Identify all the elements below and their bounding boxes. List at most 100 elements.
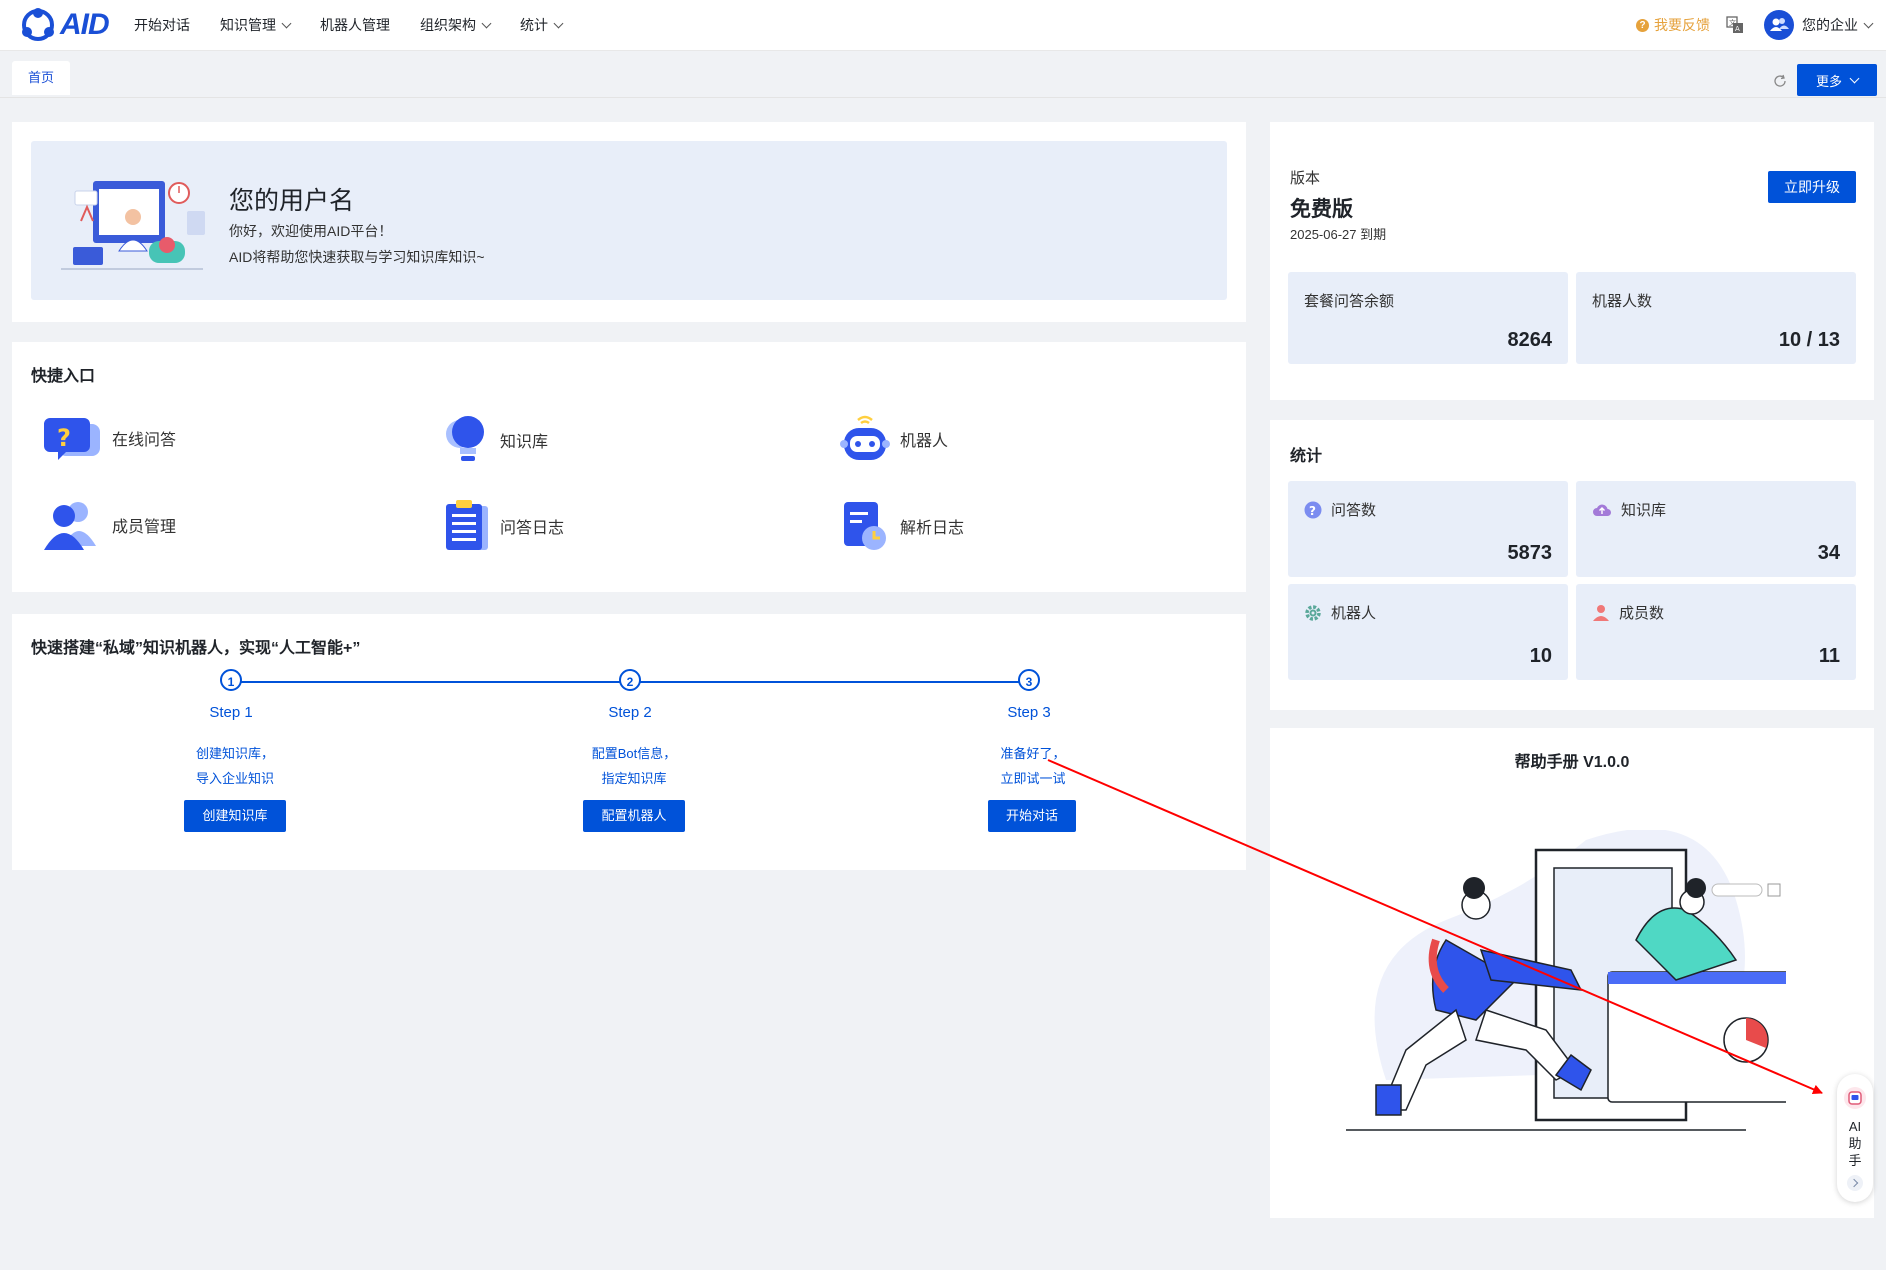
quick-item-label: 机器人: [900, 433, 949, 450]
step-desc-line: 准备好了，: [1000, 746, 1066, 761]
robot-stat-label: 机器人: [1304, 602, 1376, 623]
chevron-right-icon: [1849, 1178, 1859, 1188]
stat-card-name: 套餐问答余额: [1304, 293, 1395, 310]
version-label: 版本: [1290, 170, 1321, 187]
company-name: 您的企业: [1802, 17, 1858, 33]
question-circle-icon: ?: [1304, 501, 1322, 518]
lightbulb-icon: [446, 416, 484, 461]
logo-text: AID: [60, 8, 110, 41]
start-chat-button[interactable]: 开始对话: [988, 800, 1076, 832]
knowledge-count-card[interactable]: 知识库 34: [1576, 481, 1856, 577]
welcome-illustration: [61, 181, 205, 270]
chevron-down-icon: [553, 18, 564, 28]
quick-knowledge-base[interactable]: 知识库: [440, 412, 548, 468]
nav-start-chat[interactable]: 开始对话: [134, 15, 190, 35]
step-2-circle: 2: [619, 669, 641, 691]
aid-logo[interactable]: AID: [20, 6, 110, 44]
ai-assistant-widget[interactable]: AI助手: [1837, 1074, 1873, 1202]
member-count-value: 11: [1818, 645, 1840, 667]
quick-entry-panel: 快捷入口 ? 在线问答 知识库 机器人 成员管理 问答日志 解析日志: [12, 342, 1246, 592]
question-icon: ?: [1636, 18, 1649, 32]
version-name: 免费版: [1290, 198, 1353, 221]
svg-text:?: ?: [57, 424, 71, 452]
robot-count-label: 机器人数: [1592, 290, 1652, 311]
quick-entry-title: 快捷入口: [31, 368, 96, 385]
document-clock-icon: [844, 502, 886, 550]
nav-label: 统计: [520, 17, 548, 33]
company-switcher[interactable]: 您的企业: [1802, 15, 1874, 35]
robot-stat-card[interactable]: 机器人 10: [1288, 584, 1568, 680]
language-icon[interactable]: 文 A: [1726, 16, 1744, 34]
stat-card-name: 机器人数: [1592, 293, 1653, 310]
tab-bar: 首页: [0, 51, 1886, 98]
chevron-down-icon: [1849, 73, 1860, 83]
robot-count-card: 机器人数 10 / 13: [1576, 272, 1856, 364]
step-1-label: Step 1: [209, 704, 253, 721]
quick-item-label: 成员管理: [112, 519, 177, 536]
clipboard-list-icon: [446, 500, 488, 550]
create-knowledge-base-button[interactable]: 创建知识库: [184, 800, 286, 832]
quick-item-label: 在线问答: [112, 432, 177, 449]
quota-label: 套餐问答余额: [1304, 290, 1394, 311]
welcome-panel: 您的用户名 你好，欢迎使用AID平台！ AID将帮助您快速获取与学习知识库知识~: [12, 122, 1246, 322]
nav-label: 机器人管理: [320, 17, 390, 33]
users-icon: [44, 502, 96, 550]
svg-text:A: A: [1735, 25, 1740, 33]
question-bubble-icon: ?: [44, 418, 100, 460]
step-desc-line: 导入企业知识: [195, 771, 274, 786]
quick-build-panel: 快速搭建“私域”知识机器人，实现“人工智能+” 1 2 3 Step 1 Ste…: [12, 614, 1246, 870]
quick-parse-log[interactable]: 解析日志: [838, 498, 964, 554]
welcome-description: AID将帮助您快速获取与学习知识库知识~: [229, 249, 485, 265]
quick-qa-log[interactable]: 问答日志: [440, 498, 564, 554]
logo-mark-icon: [22, 8, 54, 41]
quick-robot[interactable]: 机器人: [838, 412, 948, 466]
nav-right: ? 我要反馈 文 A 您的企业: [1636, 0, 1874, 50]
more-label: 更多: [1815, 73, 1842, 89]
nav-organization[interactable]: 组织架构: [420, 15, 492, 35]
welcome-banner: 您的用户名 你好，欢迎使用AID平台！ AID将帮助您快速获取与学习知识库知识~: [31, 141, 1227, 300]
help-manual-title: 帮助手册 V1.0.0: [1514, 754, 1630, 771]
nav-knowledge-management[interactable]: 知识管理: [220, 15, 292, 35]
step-3-label: Step 3: [1007, 704, 1051, 721]
more-button[interactable]: 更多: [1797, 64, 1877, 96]
quota-value: 8264: [1507, 329, 1553, 351]
version-panel: 版本 免费版 2025-06-27 到期 立即升级 套餐问答余额 8264 机器…: [1270, 122, 1874, 400]
quick-member-management[interactable]: 成员管理: [40, 498, 176, 552]
username: 您的用户名: [229, 187, 355, 215]
member-count-card[interactable]: 成员数 11: [1576, 584, 1856, 680]
feedback-link[interactable]: ? 我要反馈: [1636, 15, 1710, 35]
cloud-upload-icon: [1593, 504, 1611, 516]
quick-build-title: 快速搭建“私域”知识机器人，实现“人工智能+”: [31, 640, 361, 657]
nav-label: 组织架构: [420, 17, 476, 33]
upgrade-button[interactable]: 立即升级: [1768, 171, 1856, 203]
tab-home[interactable]: 首页: [12, 61, 70, 95]
help-manual-panel: 帮助手册 V1.0.0: [1270, 728, 1874, 1218]
refresh-icon[interactable]: [1772, 73, 1788, 89]
ai-assistant-expand-button[interactable]: [1847, 1175, 1863, 1191]
stat-card-name: 成员数: [1619, 605, 1665, 622]
step-2-label: Step 2: [608, 704, 652, 721]
configure-robot-button[interactable]: 配置机器人: [583, 800, 685, 832]
svg-text:?: ?: [1309, 504, 1316, 518]
main-menu: 开始对话 知识管理 机器人管理 组织架构 统计: [134, 0, 592, 50]
step-desc-line: 指定知识库: [601, 771, 667, 786]
avatar[interactable]: [1764, 10, 1794, 40]
stat-card-name: 机器人: [1331, 605, 1377, 622]
qa-count-value: 5873: [1507, 542, 1553, 564]
nav-statistics[interactable]: 统计: [520, 15, 564, 35]
step-desc-line: 配置Bot信息，: [591, 746, 677, 761]
quick-online-qa[interactable]: ? 在线问答: [40, 412, 176, 464]
stats-title: 统计: [1290, 448, 1323, 465]
step-1-description: 创建知识库， 导入企业知识: [155, 741, 315, 791]
quota-card: 套餐问答余额 8264: [1288, 272, 1568, 364]
qa-count-card[interactable]: ? 问答数 5873: [1288, 481, 1568, 577]
person-icon: [1593, 604, 1609, 621]
step-2-description: 配置Bot信息， 指定知识库: [554, 741, 714, 791]
top-navbar: AID 开始对话 知识管理 机器人管理 组织架构 统计 ? 我要反馈 文 A 您…: [0, 0, 1886, 51]
quick-item-label: 解析日志: [900, 520, 965, 537]
step-1-circle: 1: [220, 669, 242, 691]
ai-assistant-label-text: AI助手: [1848, 1119, 1862, 1168]
nav-robot-management[interactable]: 机器人管理: [320, 15, 390, 35]
help-illustration: [1346, 830, 1786, 1131]
nav-label: 开始对话: [134, 17, 190, 33]
